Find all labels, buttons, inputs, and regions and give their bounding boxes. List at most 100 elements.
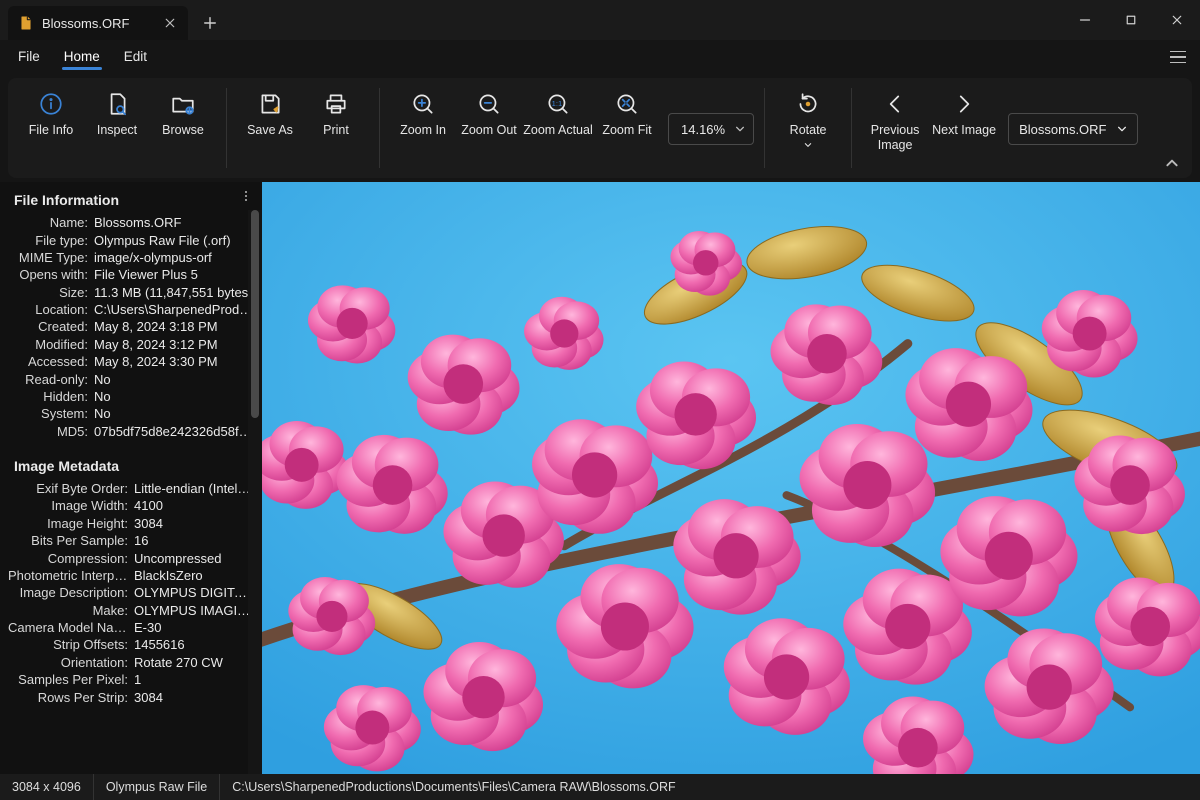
browse-label: Browse bbox=[162, 123, 204, 137]
info-key: Image Description: bbox=[8, 585, 134, 600]
previous-image-label-2: Image bbox=[878, 138, 913, 152]
info-row: Image Description:OLYMPUS DIGITA… bbox=[0, 584, 262, 601]
image-viewport[interactable] bbox=[262, 182, 1200, 774]
info-value: 1455616 bbox=[134, 637, 254, 652]
print-label: Print bbox=[323, 123, 349, 137]
title-bar: Blossoms.ORF bbox=[0, 0, 1200, 40]
info-row: Accessed:May 8, 2024 3:30 PM bbox=[0, 353, 262, 370]
maximize-button[interactable] bbox=[1108, 0, 1154, 40]
status-dimensions: 3084 x 4096 bbox=[0, 774, 94, 800]
zoom-actual-label: Zoom Actual bbox=[523, 123, 592, 137]
zoom-in-icon bbox=[409, 90, 437, 118]
menu-home[interactable]: Home bbox=[54, 43, 110, 72]
menu-file[interactable]: File bbox=[8, 43, 50, 72]
document-tab[interactable]: Blossoms.ORF bbox=[8, 6, 188, 40]
content-area: File Information Name:Blossoms.ORFFile t… bbox=[0, 182, 1200, 774]
sidebar-options-button[interactable] bbox=[236, 186, 256, 206]
minimize-button[interactable] bbox=[1062, 0, 1108, 40]
info-key: Exif Byte Order: bbox=[8, 481, 134, 496]
info-row: Exif Byte Order:Little-endian (Intel… bbox=[0, 480, 262, 497]
new-tab-button[interactable] bbox=[194, 7, 226, 39]
tab-close-button[interactable] bbox=[160, 13, 180, 33]
info-row: Rows Per Strip:3084 bbox=[0, 688, 262, 705]
info-key: Hidden: bbox=[8, 389, 94, 404]
info-key: Samples Per Pixel: bbox=[8, 672, 134, 687]
info-value: No bbox=[94, 406, 254, 421]
browse-button[interactable]: Browse bbox=[150, 84, 216, 137]
inspect-button[interactable]: Inspect bbox=[84, 84, 150, 137]
save-as-button[interactable]: Save As bbox=[237, 84, 303, 137]
zoom-actual-icon: 1:1 bbox=[544, 90, 572, 118]
close-window-button[interactable] bbox=[1154, 0, 1200, 40]
previous-image-button[interactable]: Previous Image bbox=[862, 84, 928, 153]
info-row: Name:Blossoms.ORF bbox=[0, 214, 262, 231]
ribbon-group-nav: Previous Image Next Image Blossoms.ORF bbox=[852, 78, 1148, 178]
print-button[interactable]: Print bbox=[303, 84, 369, 137]
zoom-in-label: Zoom In bbox=[400, 123, 446, 137]
zoom-out-button[interactable]: Zoom Out bbox=[456, 84, 522, 137]
info-row: Image Height:3084 bbox=[0, 515, 262, 532]
info-key: Accessed: bbox=[8, 354, 94, 369]
menu-edit[interactable]: Edit bbox=[114, 43, 157, 72]
info-row: Image Width:4100 bbox=[0, 497, 262, 514]
info-row: File type:Olympus Raw File (.orf) bbox=[0, 231, 262, 248]
info-key: Compression: bbox=[8, 551, 134, 566]
info-value: 4100 bbox=[134, 498, 254, 513]
info-key: Read-only: bbox=[8, 372, 94, 387]
rotate-button[interactable]: Rotate bbox=[775, 84, 841, 153]
info-value: OLYMPUS IMAGI… bbox=[134, 603, 254, 618]
image-selector-value: Blossoms.ORF bbox=[1019, 122, 1106, 137]
chevron-down-icon bbox=[735, 122, 745, 137]
next-image-button[interactable]: Next Image bbox=[928, 84, 1000, 137]
info-value: 1 bbox=[134, 672, 254, 687]
info-key: Image Width: bbox=[8, 498, 134, 513]
menu-bar: File Home Edit bbox=[0, 40, 1200, 74]
ribbon-group-output: Save As Print bbox=[227, 78, 379, 178]
info-value: 3084 bbox=[134, 690, 254, 705]
zoom-level-dropdown[interactable]: 14.16% bbox=[668, 113, 754, 145]
scrollbar-thumb[interactable] bbox=[251, 210, 259, 418]
save-as-label: Save As bbox=[247, 123, 293, 137]
info-icon bbox=[37, 90, 65, 118]
info-value: Uncompressed bbox=[134, 551, 254, 566]
file-info-button[interactable]: File Info bbox=[18, 84, 84, 137]
info-key: Camera Model Name: bbox=[8, 620, 134, 635]
zoom-in-button[interactable]: Zoom In bbox=[390, 84, 456, 137]
info-value: 11.3 MB (11,847,551 bytes) bbox=[94, 285, 254, 300]
collapse-ribbon-button[interactable] bbox=[1162, 154, 1182, 172]
info-key: Created: bbox=[8, 319, 94, 334]
zoom-fit-label: Zoom Fit bbox=[602, 123, 651, 137]
chevron-right-icon bbox=[950, 90, 978, 118]
info-row: Camera Model Name:E-30 bbox=[0, 619, 262, 636]
info-value: Little-endian (Intel… bbox=[134, 481, 254, 496]
sidebar-scrollbar[interactable] bbox=[248, 210, 262, 774]
info-row: Created:May 8, 2024 3:18 PM bbox=[0, 318, 262, 335]
rotate-icon bbox=[794, 90, 822, 118]
info-value: 16 bbox=[134, 533, 254, 548]
info-row: Location:C:\Users\SharpenedProdu… bbox=[0, 301, 262, 318]
file-info-list: Name:Blossoms.ORFFile type:Olympus Raw F… bbox=[0, 214, 262, 440]
ribbon-group-file: File Info Inspect Browse bbox=[8, 78, 226, 178]
info-value: BlackIsZero bbox=[134, 568, 254, 583]
zoom-actual-button[interactable]: 1:1 Zoom Actual bbox=[522, 84, 594, 137]
app-window: Blossoms.ORF File Home Edit File Info bbox=[0, 0, 1200, 800]
info-row: Bits Per Sample:16 bbox=[0, 532, 262, 549]
more-menu-button[interactable] bbox=[1164, 43, 1192, 71]
info-row: Modified:May 8, 2024 3:12 PM bbox=[0, 336, 262, 353]
info-value: Rotate 270 CW bbox=[134, 655, 254, 670]
info-key: Image Height: bbox=[8, 516, 134, 531]
zoom-fit-button[interactable]: Zoom Fit bbox=[594, 84, 660, 137]
folder-icon bbox=[169, 90, 197, 118]
info-row: MD5:07b5df75d8e242326d58f04… bbox=[0, 423, 262, 440]
previous-image-label-1: Previous bbox=[871, 123, 920, 137]
status-filetype: Olympus Raw File bbox=[94, 774, 220, 800]
info-row: MIME Type:image/x-olympus-orf bbox=[0, 249, 262, 266]
info-row: Samples Per Pixel:1 bbox=[0, 671, 262, 688]
info-row: Orientation:Rotate 270 CW bbox=[0, 654, 262, 671]
image-selector-dropdown[interactable]: Blossoms.ORF bbox=[1008, 113, 1138, 145]
info-key: Location: bbox=[8, 302, 94, 317]
info-value: E-30 bbox=[134, 620, 254, 635]
info-row: Compression:Uncompressed bbox=[0, 549, 262, 566]
zoom-fit-icon bbox=[613, 90, 641, 118]
image-preview bbox=[262, 182, 1200, 774]
